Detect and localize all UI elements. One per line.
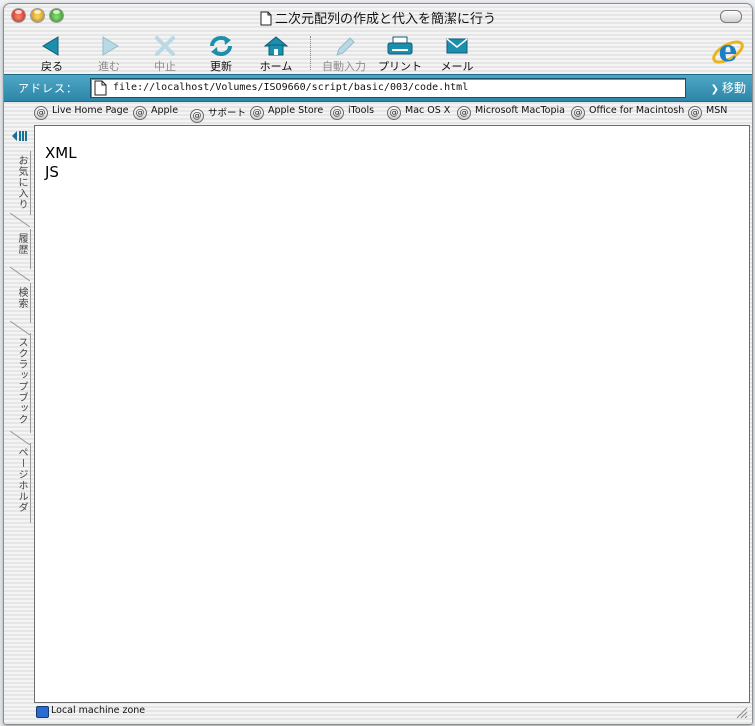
go-button-label: 移動 <box>721 81 746 95</box>
favorites-bar: @ Live Home Page @ Apple @ サポート @ Apple Stor… <box>4 101 752 125</box>
tab-favorites[interactable]: お気に入り <box>10 151 31 227</box>
document-icon <box>260 11 272 26</box>
refresh-button[interactable]: 更新 <box>194 33 248 73</box>
toolbar-separator <box>310 36 311 70</box>
at-link-icon: @ <box>190 109 204 123</box>
content-line: XML <box>45 144 77 162</box>
favorite-link[interactable]: @ Microsoft MacTopia <box>457 105 565 120</box>
printer-icon <box>387 36 413 55</box>
content-line: JS <box>45 163 59 181</box>
browser-window: 二次元配列の作成と代入を簡潔に行う 戻る 進む 中止 更新 ホーム 自動入力 プ… <box>3 3 753 725</box>
tab-search[interactable]: 検索 <box>10 283 31 335</box>
at-link-icon: @ <box>250 106 264 120</box>
explorer-bar: お気に入り 履歴 検索 スクラップブック ページホルダ <box>4 125 34 703</box>
at-link-icon: @ <box>688 106 702 120</box>
address-label: アドレス： <box>18 82 78 95</box>
forward-button[interactable]: 進む <box>82 33 136 73</box>
favorite-link[interactable]: @ Apple <box>133 105 178 120</box>
favorite-link[interactable]: @ サポート <box>190 105 246 123</box>
at-link-icon: @ <box>571 106 585 120</box>
page-content[interactable]: XML JS <box>34 125 750 703</box>
autofill-button-label: 自動入力 <box>322 60 366 73</box>
security-zone-icon <box>36 706 49 718</box>
window-title: 二次元配列の作成と代入を簡潔に行う <box>274 12 496 27</box>
tab-divider <box>10 213 30 227</box>
autofill-button[interactable]: 自動入力 <box>317 33 371 73</box>
title-bar[interactable]: 二次元配列の作成と代入を簡潔に行う <box>4 4 752 30</box>
favorite-link[interactable]: @ iTools <box>330 105 374 120</box>
stop-button[interactable]: 中止 <box>138 33 192 73</box>
at-link-icon: @ <box>387 106 401 120</box>
mail-button[interactable]: メール <box>430 33 484 73</box>
tab-scrapbook[interactable]: スクラップブック <box>10 333 31 445</box>
stop-button-label: 中止 <box>154 60 176 73</box>
home-button[interactable]: ホーム <box>249 33 303 73</box>
svg-text:e: e <box>718 34 737 69</box>
at-link-icon: @ <box>330 106 344 120</box>
tab-page-holder[interactable]: ページホルダ <box>10 443 31 523</box>
print-button-label: プリント <box>378 60 422 73</box>
refresh-button-label: 更新 <box>210 60 232 73</box>
tab-divider <box>10 267 30 281</box>
back-button-label: 戻る <box>41 60 63 73</box>
toolbar-toggle-button[interactable] <box>720 10 742 23</box>
go-button[interactable]: ❯ 移動 <box>711 79 746 96</box>
back-arrow-icon <box>42 36 59 56</box>
at-link-icon: @ <box>34 106 48 120</box>
tab-history[interactable]: 履歴 <box>10 229 31 281</box>
internet-explorer-logo[interactable]: e <box>710 34 746 70</box>
page-document-icon <box>94 80 107 96</box>
resize-grip-icon[interactable] <box>736 707 748 719</box>
refresh-icon <box>209 35 233 57</box>
back-button[interactable]: 戻る <box>25 33 79 73</box>
home-icon <box>263 36 289 56</box>
go-arrow-icon: ❯ <box>710 84 719 95</box>
favorite-link[interactable]: @ Office for Macintosh <box>571 105 684 120</box>
stop-x-icon <box>155 36 175 56</box>
mail-button-label: メール <box>440 60 474 73</box>
forward-arrow-icon <box>102 36 119 56</box>
at-link-icon: @ <box>457 106 471 120</box>
favorite-link[interactable]: @ Mac OS X <box>387 105 450 120</box>
home-button-label: ホーム <box>259 60 293 73</box>
at-link-icon: @ <box>133 106 147 120</box>
favorite-link[interactable]: @ MSN <box>688 105 727 120</box>
explorer-toggle-icon[interactable] <box>11 129 29 143</box>
address-bar: アドレス： ❯移動 <box>4 74 752 102</box>
security-zone-text: Local machine zone <box>51 705 146 716</box>
favorite-link[interactable]: @ Apple Store <box>250 105 323 120</box>
address-field[interactable] <box>90 78 686 98</box>
forward-button-label: 進む <box>98 60 120 73</box>
autofill-pen-icon <box>336 37 355 56</box>
window-title-area: 二次元配列の作成と代入を簡潔に行う <box>4 8 752 27</box>
toolbar: 戻る 進む 中止 更新 ホーム 自動入力 プリント メール e <box>4 30 752 74</box>
url-input[interactable] <box>113 79 679 97</box>
status-bar: Local machine zone <box>34 703 750 721</box>
favorite-link[interactable]: @ Live Home Page <box>34 105 129 120</box>
print-button[interactable]: プリント <box>373 33 427 73</box>
mail-icon <box>446 38 468 54</box>
